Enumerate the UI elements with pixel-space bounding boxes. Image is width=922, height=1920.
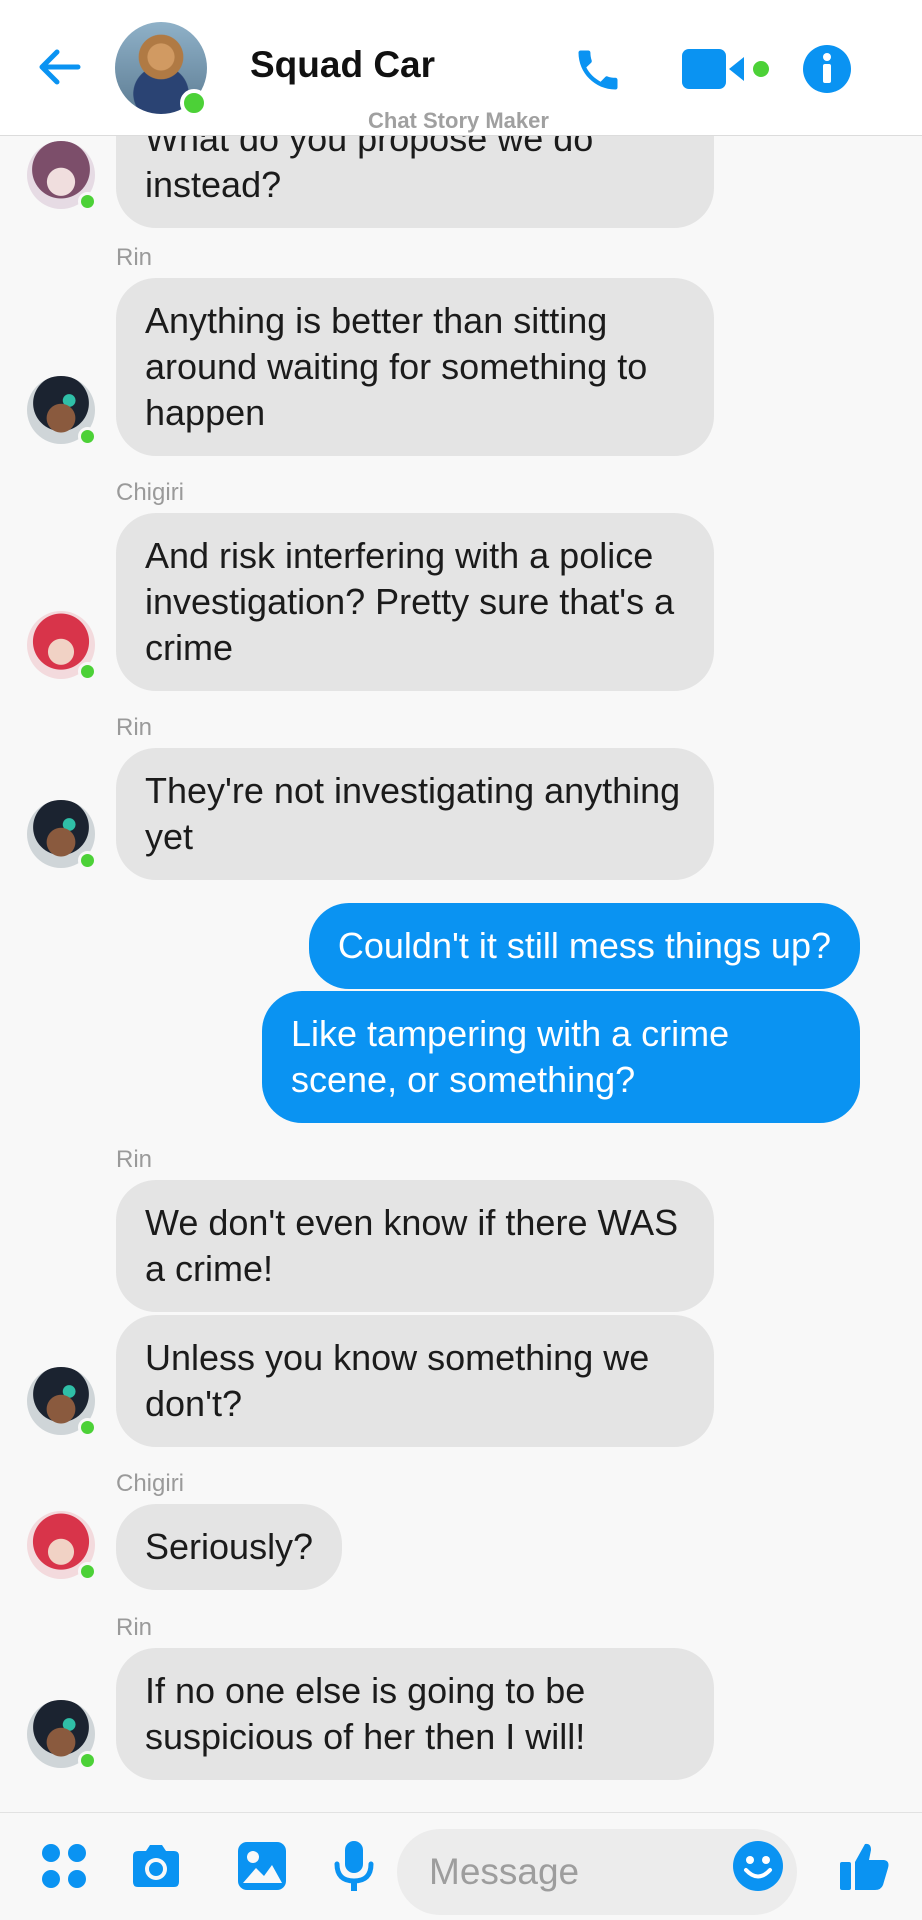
sender-name: Rin <box>116 1146 153 1173</box>
info-icon[interactable] <box>802 44 852 94</box>
message-bubble-incoming: Seriously? <box>116 1504 343 1590</box>
image-icon[interactable] <box>234 1838 290 1894</box>
chat-title: Squad Car <box>250 44 436 85</box>
sender-name: Chigiri <box>116 479 185 506</box>
camera-icon[interactable] <box>128 1838 184 1894</box>
sender-name: Chigiri <box>116 1470 185 1497</box>
online-dot <box>78 1751 97 1770</box>
messenger-app: Squad Car Chat Story Maker What do you p… <box>0 0 922 1920</box>
avatar <box>27 141 97 211</box>
message-bubble-incoming: They're not investigating anything yet <box>116 748 714 880</box>
sender-name: Rin <box>116 1614 153 1641</box>
message-bubble-incoming: And risk interfering with a police inves… <box>116 513 714 691</box>
sender-name: Rin <box>116 714 153 741</box>
online-dot <box>78 192 97 211</box>
phone-icon[interactable] <box>572 44 624 96</box>
arrow-left-icon[interactable] <box>34 42 84 92</box>
message-bubble-incoming: Anything is better than sitting around w… <box>116 278 714 456</box>
message-bubble-outgoing: Couldn't it still mess things up? <box>308 903 860 989</box>
avatar <box>27 1511 97 1581</box>
grid-dots-icon[interactable] <box>36 1838 92 1894</box>
sender-name: Rin <box>116 244 153 271</box>
smiley-icon[interactable] <box>732 1840 784 1892</box>
avatar <box>27 800 97 870</box>
avatar <box>27 1700 97 1770</box>
avatar <box>27 1367 97 1437</box>
message-bubble-incoming: Unless you know something we don't? <box>116 1315 714 1447</box>
video-camera-icon[interactable] <box>682 46 772 92</box>
online-dot <box>78 662 97 681</box>
message-bubble-incoming: We don't even know if there WAS a crime! <box>116 1180 714 1312</box>
message-bubble-outgoing: Like tampering with a crime scene, or so… <box>262 991 860 1123</box>
online-dot <box>78 1562 97 1581</box>
online-dot <box>78 427 97 446</box>
avatar <box>27 376 97 446</box>
thumbs-up-icon[interactable] <box>837 1838 893 1894</box>
watermark-text: Chat Story Maker <box>368 108 549 133</box>
online-indicator <box>180 89 208 117</box>
microphone-icon[interactable] <box>326 1838 382 1894</box>
message-bubble-incoming: If no one else is going to be suspicious… <box>116 1648 714 1780</box>
avatar <box>27 611 97 681</box>
online-dot <box>78 1418 97 1437</box>
online-dot <box>78 851 97 870</box>
